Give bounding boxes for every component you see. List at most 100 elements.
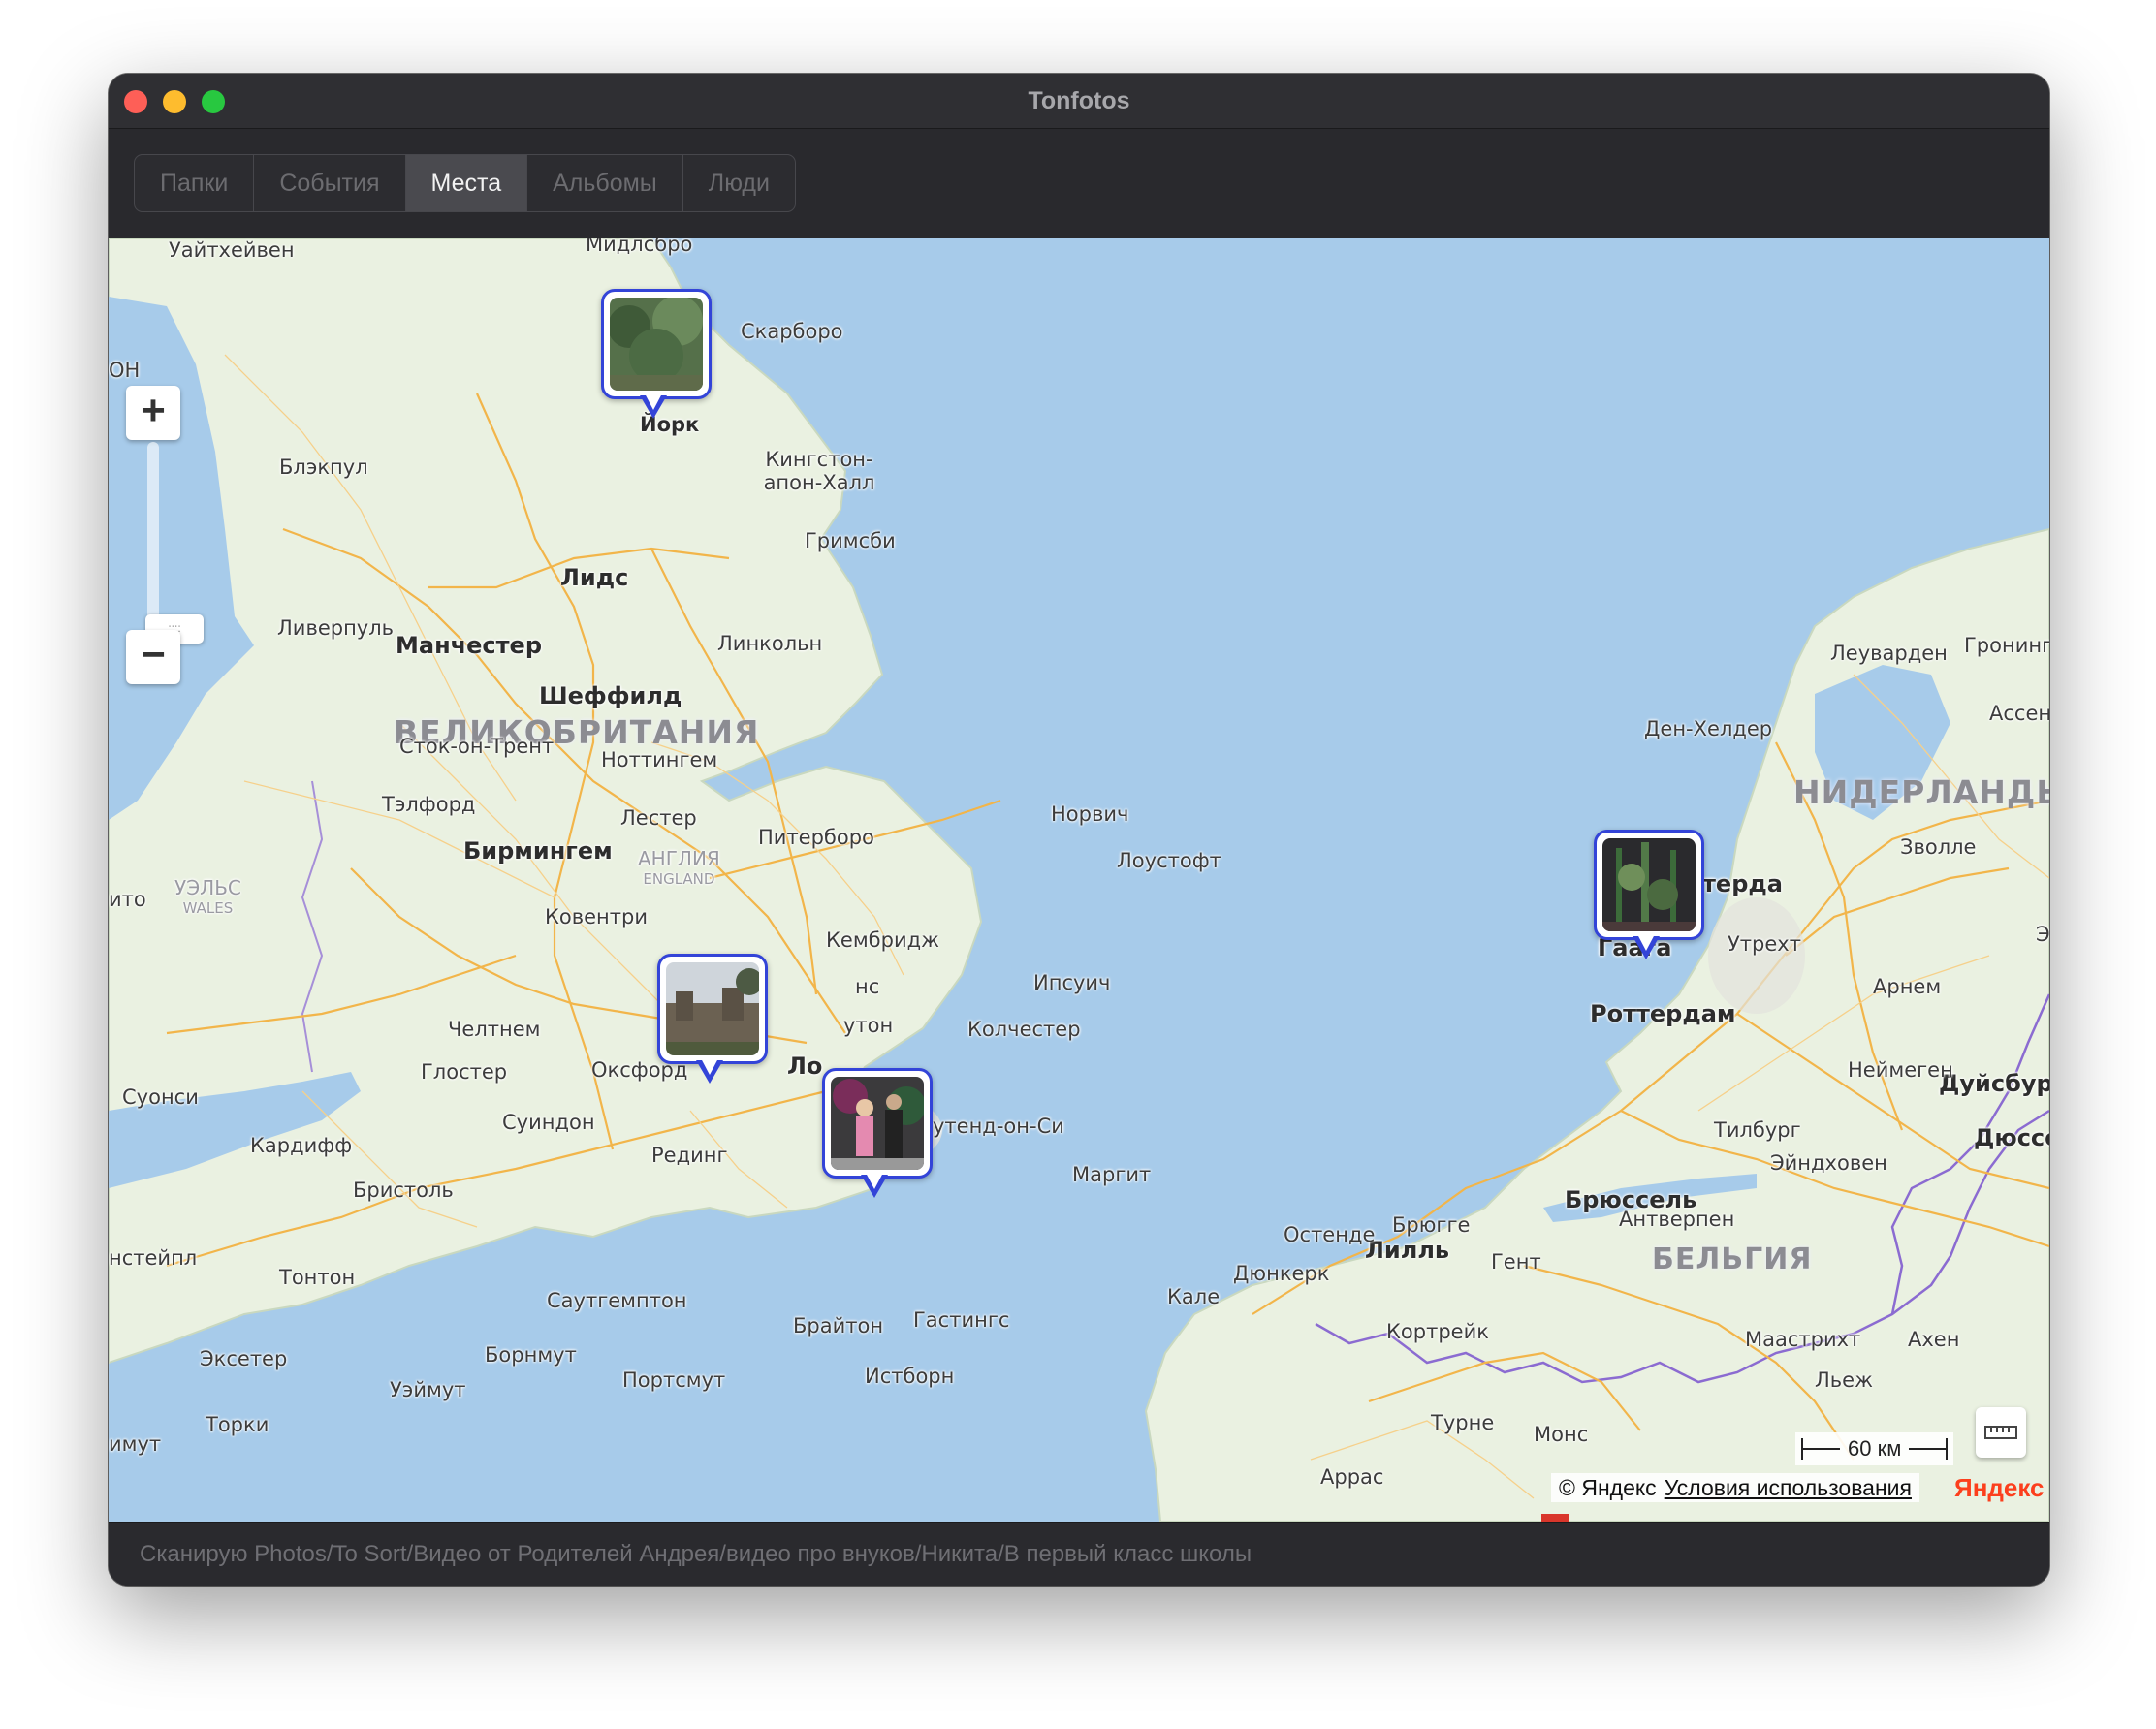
city-label: Челтнем [448, 1018, 541, 1041]
city-label: Торки [206, 1413, 270, 1436]
city-label: Неймеген [1848, 1058, 1953, 1082]
city-label: Арнем [1873, 975, 1942, 998]
city-label: Маргит [1072, 1163, 1152, 1186]
terms-link[interactable]: Условия использования [1665, 1475, 1912, 1500]
scale-bar-left [1801, 1438, 1840, 1460]
city-label: Антверпен [1619, 1208, 1735, 1231]
city-label: Лоустофт [1117, 849, 1221, 872]
region-label: УЭЛЬС WALES [174, 878, 241, 919]
status-bar: Сканирую Photos/To Sort/Видео от Родител… [109, 1522, 2049, 1586]
city-label: Леуварден [1830, 642, 1948, 665]
city-label: Аррас [1320, 1465, 1384, 1489]
tab-folders[interactable]: Папки [135, 155, 255, 211]
photo-thumbnail [822, 1068, 933, 1179]
photo-thumbnail [601, 289, 712, 399]
road-badge [1541, 1514, 1569, 1522]
city-label: Тилбург [1714, 1118, 1801, 1142]
city-label: Э [2036, 923, 2049, 946]
city-label: Манчестер [396, 632, 543, 659]
city-label: Кингстон-апон-Халл [763, 448, 875, 494]
title-bar[interactable]: Tonfotos [109, 74, 2049, 129]
city-label: Бристоль [353, 1179, 454, 1202]
city-label: Кале [1167, 1285, 1221, 1308]
zoom-out-button[interactable]: − [126, 630, 180, 684]
city-label: Кортрейк [1386, 1320, 1489, 1343]
city-label: Гримсби [805, 529, 896, 552]
city-label: Эксетер [200, 1347, 288, 1370]
city-label: Эйндховен [1770, 1151, 1887, 1175]
city-label: ито [109, 888, 146, 911]
city-label: Брайтон [793, 1314, 884, 1337]
ruler-icon [1984, 1426, 2017, 1439]
region-name: АНГЛИЯ [638, 847, 720, 870]
plants-photo [1602, 838, 1696, 931]
randstad-area [1708, 897, 1805, 1014]
city-label: Монс [1534, 1423, 1589, 1446]
pin-pointer [640, 393, 667, 419]
city-label: ОН [109, 359, 141, 382]
city-label: Брюгге [1392, 1213, 1471, 1237]
city-label: Утрехт [1728, 932, 1801, 956]
map-scale: 60 км [1795, 1432, 1954, 1465]
tab-events[interactable]: События [254, 155, 406, 211]
city-label: Колчестер [967, 1018, 1081, 1041]
pin-pointer [861, 1173, 888, 1198]
zoom-in-button[interactable]: + [126, 386, 180, 440]
app-window: Tonfotos Папки События Места Альбомы Люд… [109, 74, 2049, 1586]
tab-places[interactable]: Места [405, 155, 528, 211]
city-label: Линкольн [717, 632, 823, 655]
photo-thumbnail [1594, 830, 1704, 940]
city-label: Лидс [560, 564, 629, 591]
city-label: Маастрихт [1745, 1328, 1861, 1351]
zoom-slider-track[interactable]: :::: [145, 442, 204, 644]
city-label: Ахен [1908, 1328, 1960, 1351]
building-photo [666, 962, 759, 1055]
city-label: Гастингс [913, 1308, 1010, 1332]
city-label: Дюссе [1974, 1124, 2049, 1151]
forest-photo [610, 298, 703, 391]
city-label: Роттердам [1590, 1000, 1736, 1027]
map-view[interactable]: ВЕЛИКОБРИТАНИЯ НИДЕРЛАНДЫ БЕЛЬГИЯ АНГЛИЯ… [109, 238, 2049, 1522]
country-label: НИДЕРЛАНДЫ [1793, 773, 2049, 811]
city-label: Кардифф [250, 1134, 353, 1157]
ruler-button[interactable] [1976, 1407, 2026, 1458]
city-label: Ло [787, 1053, 823, 1080]
region-name: УЭЛЬС [174, 876, 241, 899]
city-label: Рединг [651, 1144, 728, 1167]
city-label: Ковентри [545, 905, 648, 928]
city-label: Уэймут [390, 1378, 466, 1401]
zoom-control: + :::: − [126, 386, 204, 684]
region-subname: ENGLAND [643, 870, 715, 888]
photo-pin-oxford[interactable] [657, 954, 768, 1084]
city-label: Дуйсбург [1939, 1070, 2049, 1097]
city-label: Тэлфорд [382, 793, 476, 816]
photo-pin-amsterdam[interactable] [1594, 830, 1704, 959]
city-label: Ноттингем [601, 748, 718, 771]
city-label: Льеж [1815, 1368, 1874, 1392]
city-label: Зволле [1900, 835, 1977, 859]
city-label: Остенде [1284, 1223, 1376, 1246]
kids-photo [831, 1077, 924, 1170]
photo-pin-london[interactable] [822, 1068, 933, 1198]
city-label: Суонси [122, 1085, 199, 1109]
city-label: Норвич [1051, 802, 1129, 826]
city-label: Портсмут [622, 1368, 726, 1392]
city-label: Сток-он-Трент [399, 735, 555, 758]
tab-albums[interactable]: Альбомы [527, 155, 683, 211]
city-label: Ипсуич [1033, 971, 1111, 994]
city-label: Скарборо [741, 320, 843, 343]
city-label: Лилль [1365, 1237, 1450, 1264]
city-label: имут [109, 1432, 162, 1456]
city-label: Гент [1491, 1250, 1541, 1273]
photo-pin-york[interactable] [601, 289, 712, 419]
view-tabs: Папки События Места Альбомы Люди [134, 154, 796, 212]
city-label: Бирмингем [463, 837, 613, 864]
city-label: Блэкпул [279, 456, 368, 479]
city-label: Дюнкерк [1233, 1262, 1330, 1285]
yandex-logo[interactable]: Яндекс [1954, 1473, 2045, 1502]
tab-people[interactable]: Люди [683, 155, 795, 211]
city-label: Кембридж [826, 928, 940, 952]
city-label: Саутгемптон [547, 1289, 687, 1312]
scale-label: 60 км [1848, 1436, 1902, 1461]
copyright-text: © Яндекс [1559, 1475, 1657, 1500]
